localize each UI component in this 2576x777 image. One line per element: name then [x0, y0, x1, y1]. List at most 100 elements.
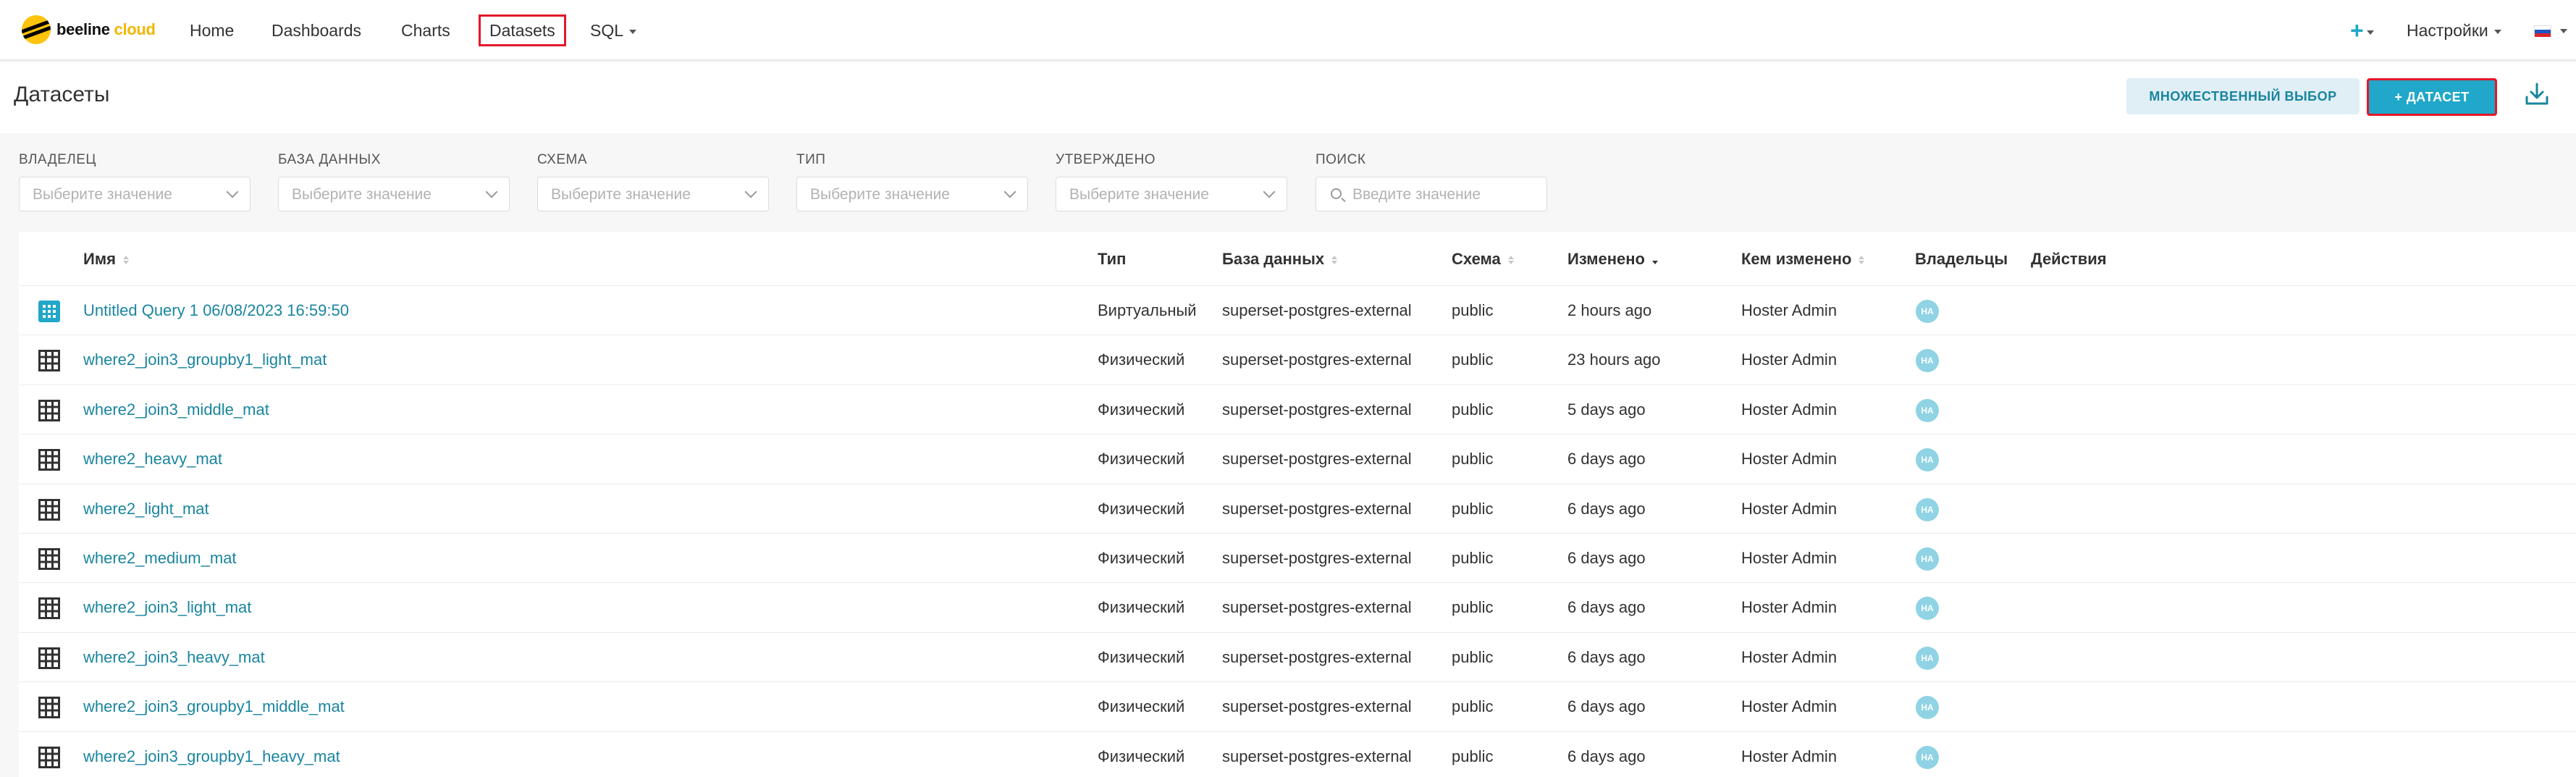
select-placeholder: Выберите значение: [292, 186, 432, 203]
table-icon: [38, 548, 60, 570]
brand-logo[interactable]: beeline cloud: [22, 15, 156, 44]
table-icon: [38, 449, 60, 471]
dataset-database: superset-postgres-external: [1222, 350, 1412, 369]
dataset-changed: 23 hours ago: [1567, 350, 1661, 369]
dataset-changed-by: Hoster Admin: [1741, 350, 1838, 369]
table-row[interactable]: where2_light_mat Физический superset-postg…: [19, 483, 2576, 534]
nav-charts[interactable]: Charts: [401, 14, 450, 46]
database-select[interactable]: Выберите значение: [278, 177, 510, 211]
dataset-changed: 6 days ago: [1567, 549, 1646, 567]
filter-schema: СХЕМА Выберите значение: [537, 152, 769, 211]
table-icon: [38, 647, 60, 669]
new-menu-button[interactable]: +: [2350, 17, 2374, 43]
sort-icon: [1507, 256, 1514, 265]
dataset-schema: public: [1452, 350, 1494, 369]
dataset-changed: 6 days ago: [1567, 499, 1646, 518]
filter-type: ТИП Выберите значение: [796, 152, 1028, 211]
owner-avatar[interactable]: HA: [1916, 398, 1939, 422]
nav-datasets[interactable]: Datasets: [479, 14, 566, 46]
bulk-select-button[interactable]: МНОЖЕСТВЕННЫЙ ВЫБОР: [2126, 78, 2360, 114]
filter-search: ПОИСК Введите значение: [1316, 152, 1547, 211]
dataset-name-link[interactable]: where2_light_mat: [83, 484, 209, 534]
sort-icon: [1859, 256, 1865, 265]
table-row[interactable]: where2_join3_groupby1_light_mat Физически…: [19, 335, 2576, 384]
table-row[interactable]: Untitled Query 1 06/08/2023 16:59:50 Вирт…: [19, 285, 2576, 335]
table-row[interactable]: where2_join3_groupby1_heavy_mat Физически…: [19, 731, 2576, 777]
page-header: Датасеты МНОЖЕСТВЕННЫЙ ВЫБОР + ДАТАСЕТ: [0, 62, 2576, 133]
table-row[interactable]: where2_join3_light_mat Физический superset…: [19, 582, 2576, 631]
table-icon: [38, 746, 60, 768]
nav-dashboards[interactable]: Dashboards: [272, 14, 361, 46]
owner-avatar[interactable]: HA: [1916, 448, 1939, 472]
column-header-name[interactable]: Имя: [83, 248, 129, 270]
dataset-database: superset-postgres-external: [1222, 549, 1412, 567]
select-placeholder: Выберите значение: [33, 186, 172, 203]
chevron-down-icon: [1263, 185, 1276, 198]
table-row[interactable]: where2_medium_mat Физический superset-post…: [19, 533, 2576, 582]
dataset-type: Физический: [1098, 450, 1185, 469]
filter-label: ВЛАДЕЛЕЦ: [19, 152, 96, 167]
dataset-changed: 6 days ago: [1567, 747, 1646, 765]
owner-avatar[interactable]: HA: [1916, 597, 1939, 621]
add-dataset-button[interactable]: + ДАТАСЕТ: [2367, 78, 2497, 116]
dataset-type: Физический: [1098, 400, 1185, 419]
column-header-changed-by[interactable]: Кем изменено: [1741, 248, 1865, 270]
dataset-changed: 6 days ago: [1567, 647, 1646, 666]
nav-sql[interactable]: SQL: [590, 14, 637, 46]
nav-home[interactable]: Home: [190, 14, 234, 46]
dataset-changed-by: Hoster Admin: [1741, 647, 1838, 666]
settings-menu[interactable]: Настройки: [2407, 14, 2501, 46]
column-header-schema[interactable]: Схема: [1452, 248, 1514, 270]
column-header-owners: Владельцы: [1915, 250, 2008, 268]
dataset-database: superset-postgres-external: [1222, 301, 1412, 319]
search-input[interactable]: Введите значение: [1316, 177, 1547, 211]
dataset-name-link[interactable]: where2_join3_middle_mat: [83, 385, 269, 434]
dataset-name-link[interactable]: where2_join3_groupby1_middle_mat: [83, 682, 345, 731]
dataset-type: Физический: [1098, 647, 1185, 666]
dataset-type: Физический: [1098, 598, 1185, 617]
dataset-schema: public: [1452, 450, 1494, 469]
type-select[interactable]: Выберите значение: [796, 177, 1028, 211]
owner-avatar[interactable]: HA: [1916, 349, 1939, 373]
dataset-database: superset-postgres-external: [1222, 647, 1412, 666]
download-icon[interactable]: [2522, 80, 2551, 109]
dataset-database: superset-postgres-external: [1222, 598, 1412, 617]
owner-avatar[interactable]: HA: [1916, 696, 1939, 720]
table-row[interactable]: where2_join3_middle_mat Физический superse…: [19, 384, 2576, 434]
dataset-name-link[interactable]: where2_medium_mat: [83, 534, 237, 583]
owner-avatar[interactable]: HA: [1916, 497, 1939, 521]
dataset-name-link[interactable]: where2_join3_light_mat: [83, 583, 251, 632]
owner-select[interactable]: Выберите значение: [19, 177, 251, 211]
certified-select[interactable]: Выберите значение: [1056, 177, 1287, 211]
owner-avatar[interactable]: HA: [1916, 745, 1939, 769]
owner-avatar[interactable]: HA: [1916, 300, 1939, 323]
filter-certified: УТВЕРЖДЕНО Выберите значение: [1056, 152, 1287, 211]
dataset-type: Виртуальный: [1098, 301, 1197, 319]
search-icon: [1331, 188, 1342, 199]
dataset-name-link[interactable]: Untitled Query 1 06/08/2023 16:59:50: [83, 286, 349, 335]
chevron-down-icon: [226, 185, 239, 198]
dataset-schema: public: [1452, 400, 1494, 419]
schema-select[interactable]: Выберите значение: [537, 177, 769, 211]
column-header-database[interactable]: База данных: [1222, 248, 1338, 270]
dataset-name-link[interactable]: where2_join3_heavy_mat: [83, 633, 265, 682]
dataset-changed: 2 hours ago: [1567, 301, 1652, 319]
dataset-name-link[interactable]: where2_join3_groupby1_heavy_mat: [83, 732, 340, 777]
column-header-changed[interactable]: Изменено: [1567, 248, 1658, 270]
owner-avatar[interactable]: HA: [1916, 547, 1939, 571]
dataset-name-link[interactable]: where2_join3_groupby1_light_mat: [83, 335, 327, 385]
select-placeholder: Выберите значение: [1069, 186, 1209, 203]
logo-text: beeline: [56, 20, 110, 38]
dataset-name-link[interactable]: where2_heavy_mat: [83, 434, 222, 484]
owner-avatar[interactable]: HA: [1916, 646, 1939, 670]
sort-icon: [122, 256, 129, 265]
dataset-database: superset-postgres-external: [1222, 400, 1412, 419]
table-row[interactable]: where2_heavy_mat Физический superset-postg…: [19, 434, 2576, 483]
table-row[interactable]: where2_join3_heavy_mat Физический superset…: [19, 631, 2576, 682]
plus-icon: +: [2350, 17, 2364, 43]
chevron-down-icon: [1003, 185, 1016, 198]
language-flag-icon[interactable]: [2534, 25, 2551, 37]
dataset-changed: 5 days ago: [1567, 400, 1646, 419]
dataset-schema: public: [1452, 301, 1494, 319]
table-row[interactable]: where2_join3_groupby1_middle_mat Физическ…: [19, 681, 2576, 731]
